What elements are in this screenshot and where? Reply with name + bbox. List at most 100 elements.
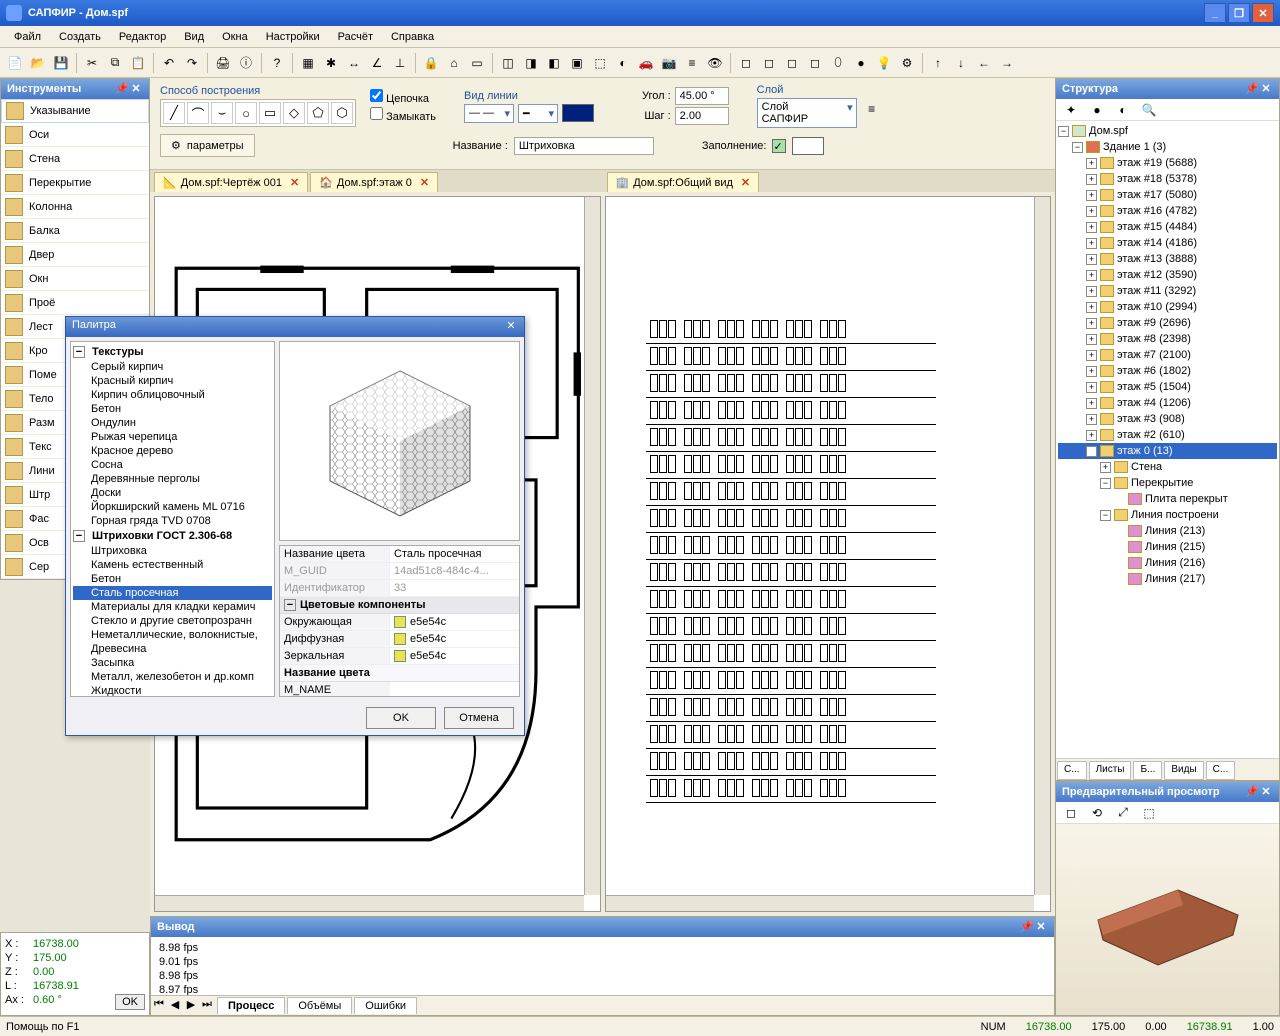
close-button[interactable]: ✕	[1252, 3, 1274, 23]
tree-node[interactable]: +Стена	[1058, 459, 1277, 475]
tab-close-icon[interactable]: ✕	[420, 176, 429, 189]
nav-up-icon[interactable]: ↑	[927, 52, 949, 74]
pin-icon[interactable]: 📌	[115, 82, 129, 96]
view2-icon[interactable]: ◨	[520, 52, 542, 74]
pv-tb1-icon[interactable]: ◻	[1060, 802, 1082, 824]
menu-calc[interactable]: Расчёт	[330, 29, 381, 45]
print-icon[interactable]: 🖨	[212, 52, 234, 74]
tab-drawing[interactable]: 📐 Дом.spf:Чертёж 001✕	[154, 172, 308, 192]
linecolor-swatch[interactable]	[562, 104, 594, 122]
new-icon[interactable]: 📄	[4, 52, 26, 74]
nav-r-icon[interactable]: →	[996, 52, 1018, 74]
tree-node[interactable]: +этаж #19 (5688)	[1058, 155, 1277, 171]
palette-tree[interactable]: − ТекстурыСерый кирпичКрасный кирпичКирп…	[70, 341, 275, 697]
tool-Оси[interactable]: Оси	[1, 123, 149, 147]
struct-tb3-icon[interactable]: ◐	[1112, 99, 1134, 121]
tree-node[interactable]: Линия (215)	[1058, 539, 1277, 555]
menu-windows[interactable]: Окна	[214, 29, 256, 45]
box3-icon[interactable]: ◻	[781, 52, 803, 74]
arc2-shape-icon[interactable]: ⌣	[211, 102, 233, 124]
tool-Проё[interactable]: Проё	[1, 291, 149, 315]
ok-button[interactable]: OK	[366, 707, 436, 729]
box4-icon[interactable]: ◻	[804, 52, 826, 74]
prev-icon[interactable]: ◀	[167, 998, 183, 1014]
panel-close-icon[interactable]: ✕	[1259, 785, 1273, 799]
car-icon[interactable]: 🚗	[635, 52, 657, 74]
rect-shape-icon[interactable]: ▭	[259, 102, 281, 124]
tree-node[interactable]: +этаж #12 (3590)	[1058, 267, 1277, 283]
fill-checkbox[interactable]: ✓	[772, 139, 786, 153]
tool-Окн[interactable]: Окн	[1, 267, 149, 291]
pv-tb3-icon[interactable]: ⤢	[1112, 802, 1134, 824]
tree-node[interactable]: −Линия построени	[1058, 507, 1277, 523]
linestyle-dropdown[interactable]: — —	[464, 104, 514, 123]
tree-node[interactable]: Линия (216)	[1058, 555, 1277, 571]
tool-Перекрытие[interactable]: Перекрытие	[1, 171, 149, 195]
tree-node[interactable]: −этаж 0 (13)	[1058, 443, 1277, 459]
open-icon[interactable]: 📂	[27, 52, 49, 74]
fill-color-swatch[interactable]	[792, 137, 824, 155]
tree-node[interactable]: +этаж #8 (2398)	[1058, 331, 1277, 347]
minimize-button[interactable]: _	[1204, 3, 1226, 23]
tree-node[interactable]: −Перекрытие	[1058, 475, 1277, 491]
maximize-button[interactable]: ❐	[1228, 3, 1250, 23]
params-button[interactable]: ⚙параметры	[160, 134, 255, 157]
menu-file[interactable]: Файл	[6, 29, 49, 45]
nav-dn-icon[interactable]: ↓	[950, 52, 972, 74]
tree-node[interactable]: +этаж #18 (5378)	[1058, 171, 1277, 187]
menu-help[interactable]: Справка	[383, 29, 442, 45]
preview-3d[interactable]	[1056, 824, 1279, 1015]
menu-create[interactable]: Создать	[51, 29, 109, 45]
poly-shape-icon[interactable]: ◇	[283, 102, 305, 124]
tree-node[interactable]: +этаж #13 (3888)	[1058, 251, 1277, 267]
sph-icon[interactable]: ●	[850, 52, 872, 74]
pv-tb2-icon[interactable]: ⟲	[1086, 802, 1108, 824]
copy-icon[interactable]: ⧉	[104, 52, 126, 74]
angle-input[interactable]	[675, 87, 729, 105]
home-icon[interactable]: ⌂	[443, 52, 465, 74]
pin-icon[interactable]: 📌	[1245, 82, 1259, 96]
tree-node[interactable]: +этаж #7 (2100)	[1058, 347, 1277, 363]
nav-l-icon[interactable]: ←	[973, 52, 995, 74]
tool-Указывание[interactable]: Указывание	[1, 99, 149, 123]
dialog-close-icon[interactable]: ✕	[504, 319, 518, 333]
struct-tb4-icon[interactable]: 🔍	[1138, 99, 1160, 121]
save-icon[interactable]: 💾	[50, 52, 72, 74]
layers-icon[interactable]: ≡	[681, 52, 703, 74]
cancel-button[interactable]: Отмена	[444, 707, 514, 729]
cut-icon[interactable]: ✂	[81, 52, 103, 74]
tree-node[interactable]: Линия (217)	[1058, 571, 1277, 587]
tree-node[interactable]: Плита перекрыт	[1058, 491, 1277, 507]
menu-editor[interactable]: Редактор	[111, 29, 174, 45]
struct-tab4[interactable]: Виды	[1164, 761, 1203, 780]
info-icon[interactable]: ⓘ	[235, 52, 257, 74]
tab-process[interactable]: Процесс	[217, 997, 285, 1014]
cfg-icon[interactable]: ⚙	[896, 52, 918, 74]
scrollbar-h[interactable]	[606, 895, 1035, 911]
cyl-icon[interactable]: ⬯	[827, 52, 849, 74]
undo-icon[interactable]: ↶	[158, 52, 180, 74]
tab-close-icon[interactable]: ✕	[290, 176, 299, 189]
layers-btn-icon[interactable]: ≡	[861, 98, 883, 120]
view4-icon[interactable]: ▣	[566, 52, 588, 74]
tab-volumes[interactable]: Объёмы	[287, 997, 352, 1014]
struct-tab5[interactable]: С...	[1206, 761, 1236, 780]
line-shape-icon[interactable]: ╱	[163, 102, 185, 124]
viewport-3d[interactable]	[605, 196, 1052, 912]
tree-node[interactable]: +этаж #4 (1206)	[1058, 395, 1277, 411]
help-icon[interactable]: ?	[266, 52, 288, 74]
menu-view[interactable]: Вид	[176, 29, 212, 45]
snap-icon[interactable]: ✱	[320, 52, 342, 74]
scrollbar-v[interactable]	[1034, 197, 1050, 895]
lock-icon[interactable]: 🔒	[420, 52, 442, 74]
tree-node[interactable]: +этаж #10 (2994)	[1058, 299, 1277, 315]
box1-icon[interactable]: ◻	[735, 52, 757, 74]
tree-node[interactable]: +этаж #17 (5080)	[1058, 187, 1277, 203]
step-input[interactable]	[675, 107, 729, 125]
menu-settings[interactable]: Настройки	[258, 29, 328, 45]
tree-node[interactable]: +этаж #14 (4186)	[1058, 235, 1277, 251]
panel-close-icon[interactable]: ✕	[1259, 82, 1273, 96]
pin-icon[interactable]: 📌	[1245, 785, 1259, 799]
poly3-shape-icon[interactable]: ⬡	[331, 102, 353, 124]
cam-icon[interactable]: 📷	[658, 52, 680, 74]
